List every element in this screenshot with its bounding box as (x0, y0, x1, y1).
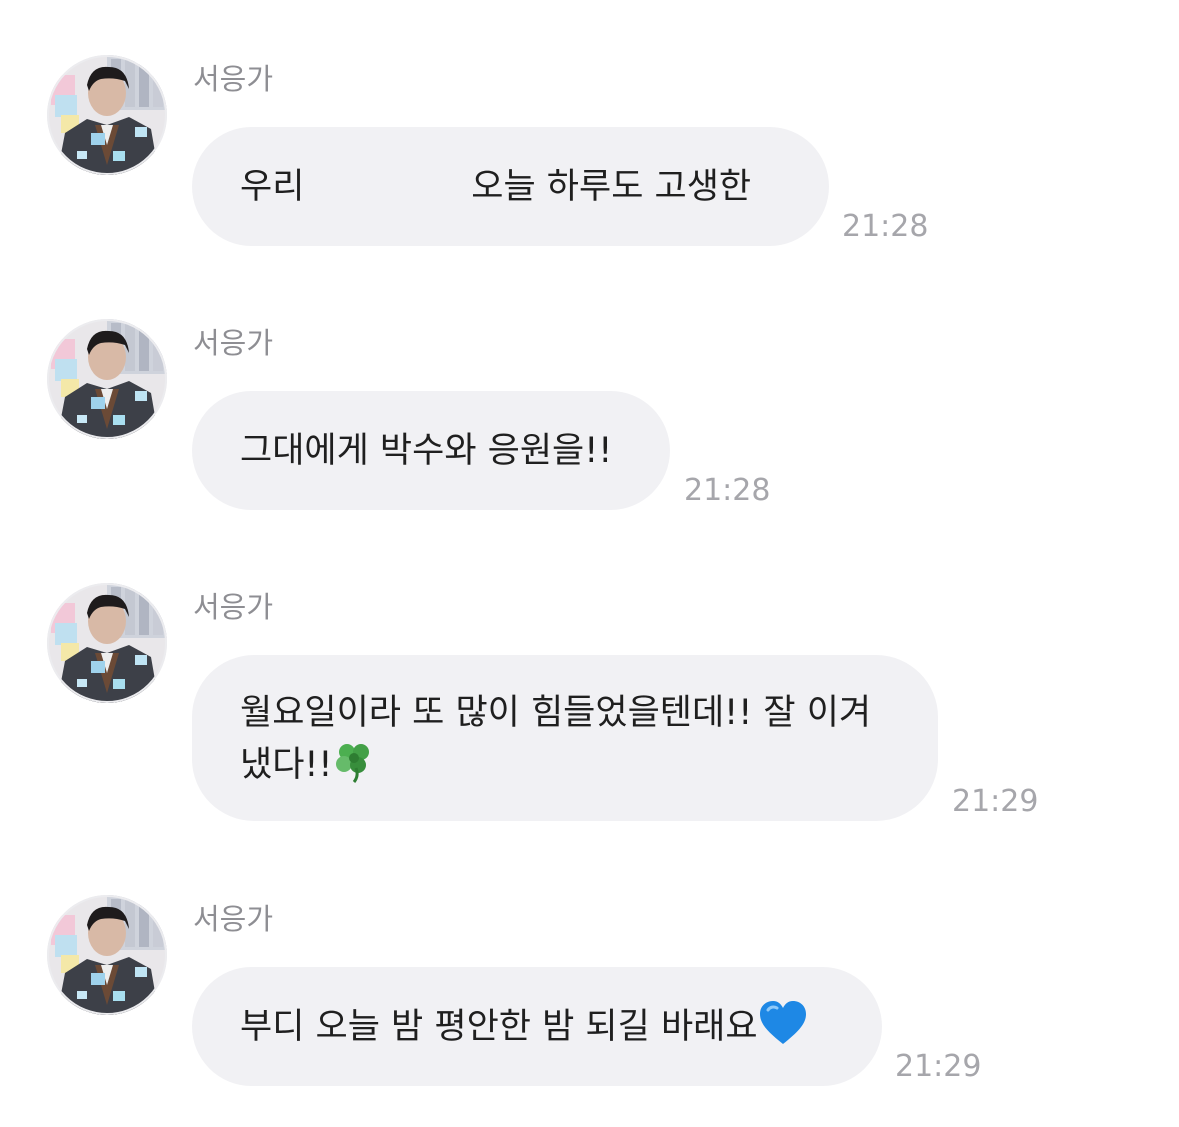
message-timestamp: 21:28 (842, 209, 929, 244)
message-bubble[interactable]: 우리 오늘 하루도 고생한 (192, 127, 829, 246)
four-leaf-clover-icon (332, 740, 376, 799)
avatar-image (47, 895, 167, 1015)
avatar[interactable] (47, 319, 167, 439)
sender-name: 서응가 (193, 902, 274, 936)
sender-name: 서응가 (193, 62, 274, 96)
avatar[interactable] (47, 55, 167, 175)
avatar-image (47, 583, 167, 703)
message-text: 그대에게 박수와 응원을!! (240, 431, 613, 471)
message-bubble[interactable]: 월요일이라 또 많이 힘들었을텐데!! 잘 이겨 냈다!! (192, 655, 938, 821)
message-text: 우리 오늘 하루도 고생한 (240, 167, 752, 207)
sender-name: 서응가 (193, 326, 274, 360)
message-text: 부디 오늘 밤 평안한 밤 되길 바래요 (240, 1007, 758, 1047)
message-text-line: 월요일이라 또 많이 힘들었을텐데!! 잘 이겨 (240, 693, 872, 733)
message-timestamp: 21:28 (684, 473, 771, 508)
message-text: 냈다!! (240, 745, 333, 785)
message-bubble[interactable]: 그대에게 박수와 응원을!! (192, 391, 670, 510)
blue-heart-icon (758, 1000, 808, 1062)
avatar-image (47, 319, 167, 439)
message-timestamp: 21:29 (952, 784, 1039, 819)
message-timestamp: 21:29 (895, 1049, 982, 1084)
message-bubble[interactable]: 부디 오늘 밤 평안한 밤 되길 바래요 (192, 967, 882, 1086)
avatar-image (47, 55, 167, 175)
avatar[interactable] (47, 895, 167, 1015)
avatar[interactable] (47, 583, 167, 703)
message-text-line: 냈다!! (240, 739, 876, 799)
sender-name: 서응가 (193, 590, 274, 624)
